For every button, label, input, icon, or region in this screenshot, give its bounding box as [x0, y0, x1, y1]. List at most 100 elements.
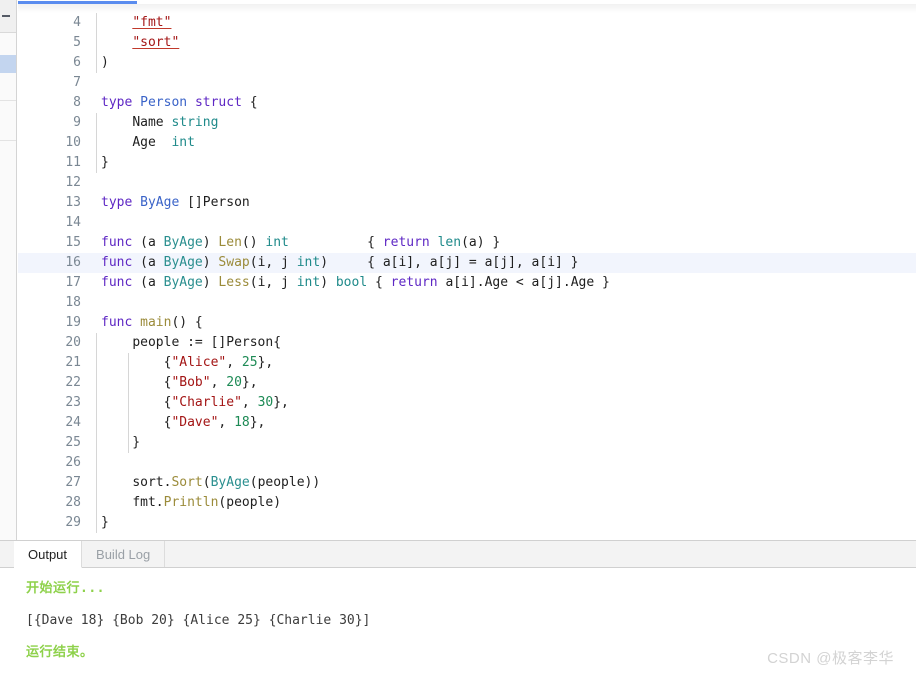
line-number: 21: [65, 355, 81, 370]
line-number: 7: [73, 75, 81, 90]
line-number: 10: [65, 135, 81, 150]
code-line[interactable]: 27 sort.Sort(ByAge(people)): [18, 473, 916, 493]
code-line[interactable]: 15 func (a ByAge) Len() int { return len(…: [18, 233, 916, 253]
code-text: "fmt": [132, 15, 172, 30]
indent-guide: [96, 433, 97, 453]
rail-divider: [0, 140, 16, 141]
code-text: func (a ByAge) Less(i, j int) bool { ret…: [101, 275, 610, 290]
indent-guide: [96, 353, 97, 373]
line-number: 22: [65, 375, 81, 390]
line-number: 11: [65, 155, 81, 170]
code-line[interactable]: 10 Age int: [18, 133, 916, 153]
console-spacer: [26, 597, 916, 612]
editor-top-strip: [18, 4, 916, 13]
code-line[interactable]: 19 func main() {: [18, 313, 916, 333]
line-number: 27: [65, 475, 81, 490]
line-number: 5: [73, 35, 81, 50]
line-number: 25: [65, 435, 81, 450]
indent-guide: [96, 153, 97, 173]
line-number: 16: [65, 255, 81, 270]
indent-guide: [96, 393, 97, 413]
indent-guide: [96, 333, 97, 353]
code-text: people := []Person{: [132, 335, 282, 350]
code-line[interactable]: 28 fmt.Println(people): [18, 493, 916, 513]
code-line[interactable]: 24 {"Dave", 18},: [18, 413, 916, 433]
indent-guide: [96, 493, 97, 513]
code-line[interactable]: 16 func (a ByAge) Swap(i, j int) { a[i], …: [18, 253, 916, 273]
code-line[interactable]: 12: [18, 173, 916, 193]
code-line[interactable]: 20 people := []Person{: [18, 333, 916, 353]
code-line[interactable]: 13 type ByAge []Person: [18, 193, 916, 213]
line-number: 20: [65, 335, 81, 350]
line-number: 29: [65, 515, 81, 530]
code-line[interactable]: 25 }: [18, 433, 916, 453]
active-tab-underline: [18, 1, 137, 4]
code-text: type ByAge []Person: [101, 195, 250, 210]
tab-output-label: Output: [28, 546, 68, 562]
code-line[interactable]: 9 Name string: [18, 113, 916, 133]
code-text: Name string: [132, 115, 219, 130]
code-text: func main() {: [101, 315, 203, 330]
code-line[interactable]: 8 type Person struct {: [18, 93, 916, 113]
code-text: type Person struct {: [101, 95, 258, 110]
indent-guide: [96, 33, 97, 53]
code-text: "sort": [132, 35, 180, 50]
code-line[interactable]: 23 {"Charlie", 30},: [18, 393, 916, 413]
code-editor[interactable]: 4 "fmt" 5 "sort" 6) 7 8 type Person struct {9…: [18, 13, 916, 540]
code-line[interactable]: 22 {"Bob", 20},: [18, 373, 916, 393]
code-text: {"Alice", 25},: [101, 355, 274, 370]
code-line[interactable]: 26: [18, 453, 916, 473]
indent-guide: [96, 413, 97, 433]
indent-guide: [96, 113, 97, 133]
minus-icon: [2, 15, 10, 17]
line-number: 26: [65, 455, 81, 470]
console-result-line: [{Dave 18} {Bob 20} {Alice 25} {Charlie …: [26, 613, 371, 628]
tab-build-log[interactable]: Build Log: [82, 541, 166, 567]
code-line[interactable]: 29}: [18, 513, 916, 533]
line-number: 9: [73, 115, 81, 130]
code-text: func (a ByAge) Swap(i, j int) { a[i], a[…: [101, 255, 579, 270]
watermark: CSDN @极客李华: [767, 650, 894, 667]
line-number: 28: [65, 495, 81, 510]
console-spacer: [26, 629, 916, 644]
indent-guide: [96, 453, 97, 473]
code-line[interactable]: 17 func (a ByAge) Less(i, j int) bool { r…: [18, 273, 916, 293]
indent-guide: [96, 13, 97, 33]
line-number: 13: [65, 195, 81, 210]
rail-divider: [0, 100, 16, 101]
code-line[interactable]: 21 {"Alice", 25},: [18, 353, 916, 373]
rail-collapse-box[interactable]: [0, 0, 16, 33]
indent-guide: [96, 53, 97, 73]
tab-build-log-label: Build Log: [96, 546, 151, 562]
indent-guide: [96, 373, 97, 393]
line-number: 17: [65, 275, 81, 290]
code-text: {"Bob", 20},: [101, 375, 258, 390]
code-line[interactable]: 14: [18, 213, 916, 233]
tabstrip-filler: [165, 541, 916, 567]
code-line[interactable]: 7: [18, 73, 916, 93]
code-line[interactable]: 18: [18, 293, 916, 313]
panel-tabstrip: Output Build Log: [0, 541, 916, 568]
code-text: func (a ByAge) Len() int { return len(a)…: [101, 235, 501, 250]
line-number: 12: [65, 175, 81, 190]
left-rail: [0, 0, 17, 540]
indent-guide: [96, 473, 97, 493]
rail-selected-item[interactable]: [0, 55, 16, 73]
code-text: {"Dave", 18},: [101, 415, 266, 430]
code-line[interactable]: 6): [18, 53, 916, 73]
console-start-message: 开始运行...: [26, 581, 105, 596]
code-line[interactable]: 5 "sort": [18, 33, 916, 53]
line-number: 8: [73, 95, 81, 110]
code-line[interactable]: 4 "fmt": [18, 13, 916, 33]
tab-output[interactable]: Output: [14, 541, 83, 568]
code-text: sort.Sort(ByAge(people)): [132, 475, 321, 490]
line-number: 19: [65, 315, 81, 330]
line-number: 14: [65, 215, 81, 230]
indent-guide: [96, 513, 97, 533]
line-number: 15: [65, 235, 81, 250]
line-number: 24: [65, 415, 81, 430]
code-text: {"Charlie", 30},: [101, 395, 289, 410]
line-number: 6: [73, 55, 81, 70]
line-number: 23: [65, 395, 81, 410]
code-line[interactable]: 11}: [18, 153, 916, 173]
